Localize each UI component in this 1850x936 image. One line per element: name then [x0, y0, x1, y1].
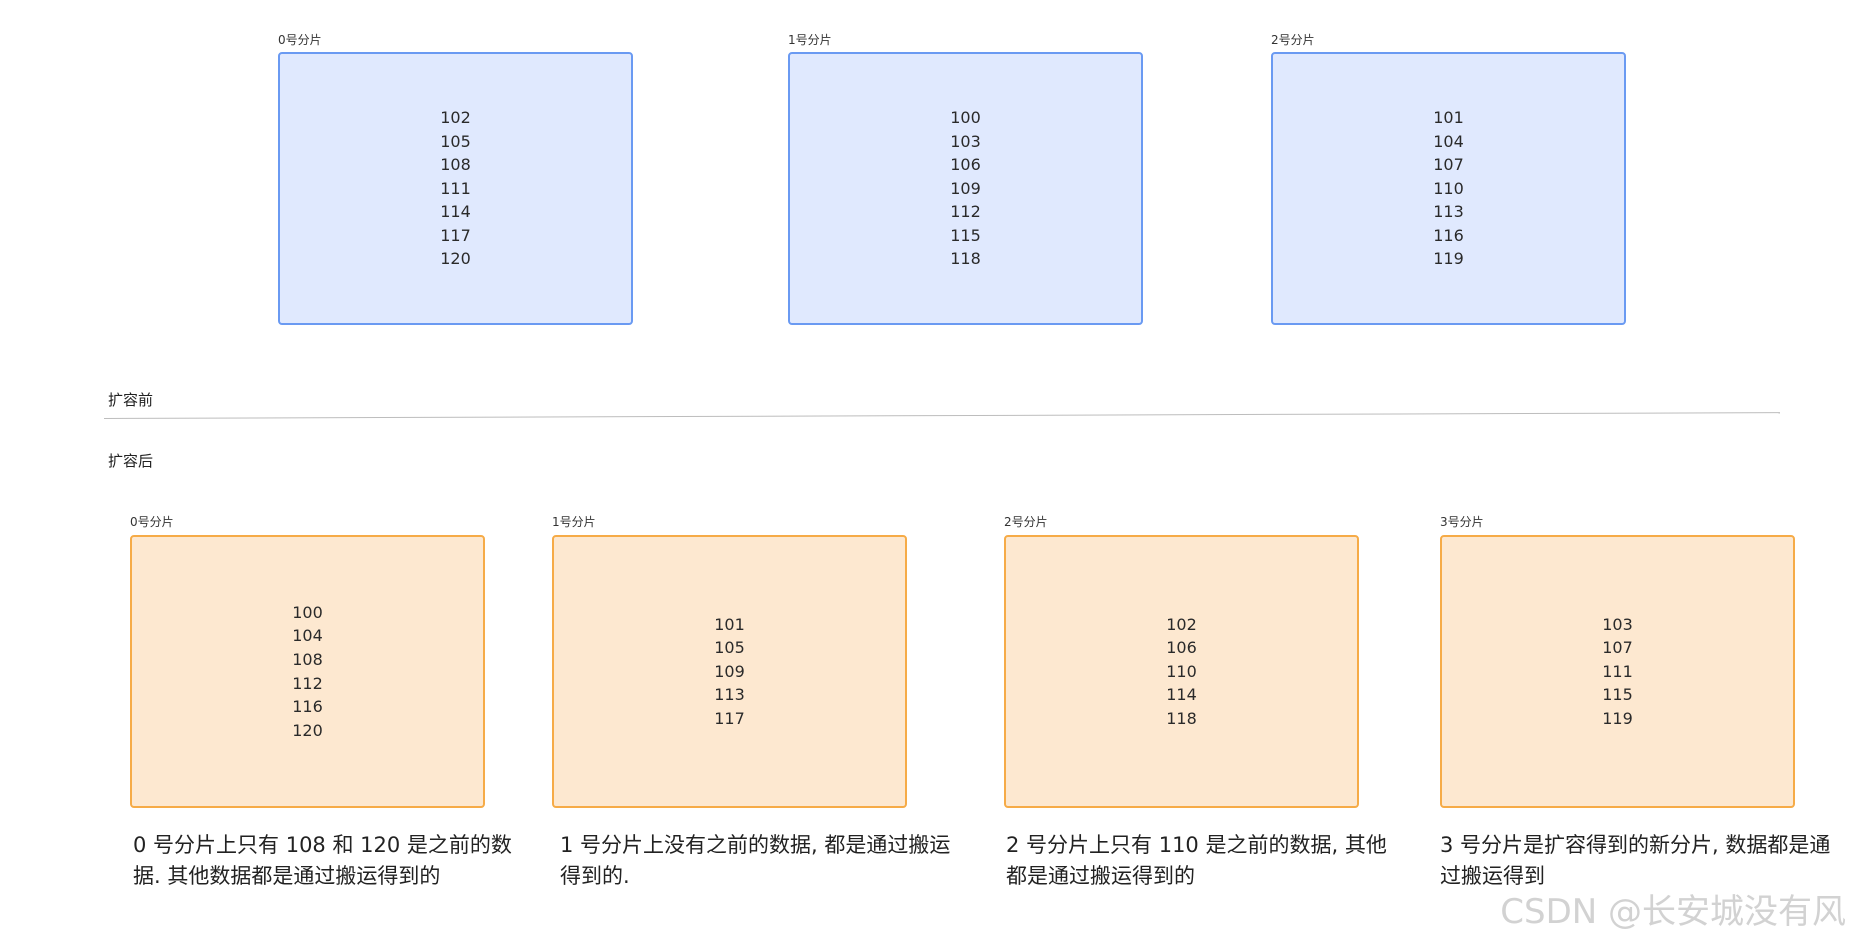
data-item: 102	[440, 107, 471, 127]
data-item: 119	[1433, 249, 1464, 269]
data-item: 105	[714, 638, 745, 658]
data-item: 109	[714, 661, 745, 681]
data-item: 116	[1433, 225, 1464, 245]
data-item: 111	[440, 178, 471, 198]
data-item: 114	[1166, 685, 1197, 705]
data-item: 103	[1602, 614, 1633, 634]
shard-caption: 1 号分片上没有之前的数据, 都是通过搬运得到的.	[560, 833, 951, 888]
shard-box: 103 107 111 115 119	[1440, 535, 1795, 808]
shard-label: 1号分片	[552, 515, 596, 529]
shard-caption: 0 号分片上只有 108 和 120 是之前的数据. 其他数据都是通过搬运得到的	[133, 833, 512, 888]
shard-label: 0号分片	[130, 515, 174, 529]
after-section-label: 扩容后	[108, 452, 154, 470]
shard-caption: 3 号分片是扩容得到的新分片, 数据都是通过搬运得到	[1440, 833, 1831, 888]
watermark: CSDN @长安城没有风	[1500, 892, 1846, 932]
data-item: 112	[950, 202, 981, 222]
data-item: 106	[950, 155, 981, 175]
shard-box: 101 105 109 113 117	[552, 535, 907, 808]
data-item: 100	[950, 107, 981, 127]
data-item: 107	[1433, 155, 1464, 175]
section-divider	[103, 412, 1780, 419]
data-item: 117	[440, 225, 471, 245]
shard-label: 2号分片	[1004, 515, 1048, 529]
data-item: 108	[292, 649, 323, 669]
data-item: 120	[292, 720, 323, 740]
shard-label: 3号分片	[1440, 515, 1484, 529]
data-item: 101	[1433, 107, 1464, 127]
shard-label: 1号分片	[788, 33, 832, 47]
data-item: 104	[1433, 131, 1464, 151]
data-item: 113	[714, 685, 745, 705]
data-item: 115	[950, 225, 981, 245]
data-item: 106	[1166, 638, 1197, 658]
shard-box: 100 103 106 109 112 115 118	[788, 52, 1143, 325]
data-item: 112	[292, 673, 323, 693]
data-item: 118	[950, 249, 981, 269]
data-item: 119	[1602, 708, 1633, 728]
data-item: 118	[1166, 708, 1197, 728]
data-item: 107	[1602, 638, 1633, 658]
shard-box: 100 104 108 112 116 120	[130, 535, 485, 808]
shard-label: 0号分片	[278, 33, 322, 47]
shard-box: 102 106 110 114 118	[1004, 535, 1359, 808]
data-item: 100	[292, 602, 323, 622]
data-item: 116	[292, 697, 323, 717]
data-item: 104	[292, 626, 323, 646]
data-item: 111	[1602, 661, 1633, 681]
data-item: 108	[440, 155, 471, 175]
data-item: 109	[950, 178, 981, 198]
data-item: 113	[1433, 202, 1464, 222]
shard-box: 102 105 108 111 114 117 120	[278, 52, 633, 325]
data-item: 114	[440, 202, 471, 222]
shard-box: 101 104 107 110 113 116 119	[1271, 52, 1626, 325]
data-item: 120	[440, 249, 471, 269]
data-item: 117	[714, 708, 745, 728]
shard-caption: 2 号分片上只有 110 是之前的数据, 其他都是通过搬运得到的	[1006, 833, 1387, 888]
data-item: 103	[950, 131, 981, 151]
data-item: 110	[1433, 178, 1464, 198]
shard-label: 2号分片	[1271, 33, 1315, 47]
data-item: 105	[440, 131, 471, 151]
data-item: 115	[1602, 685, 1633, 705]
data-item: 101	[714, 614, 745, 634]
data-item: 110	[1166, 661, 1197, 681]
before-section-label: 扩容前	[108, 391, 154, 409]
data-item: 102	[1166, 614, 1197, 634]
